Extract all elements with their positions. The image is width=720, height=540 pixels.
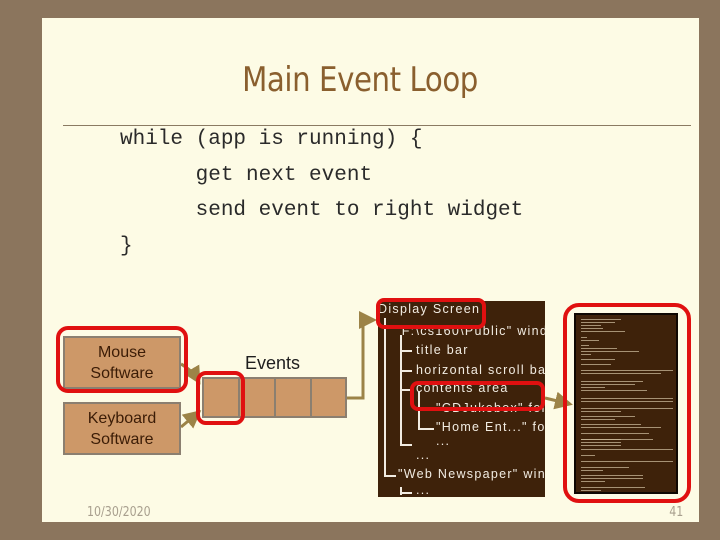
tree-node-ellipsis: ... bbox=[436, 434, 451, 448]
code-line-3: send event to right widget bbox=[120, 199, 524, 222]
tree-node-title-bar: title bar bbox=[416, 343, 469, 357]
tree-node-web-newspaper: "Web Newspaper" window bbox=[398, 467, 545, 481]
code-line-2: get next event bbox=[120, 163, 373, 187]
tree-node-ellipsis: ... bbox=[416, 483, 431, 497]
highlight-queue-head bbox=[196, 371, 245, 425]
slide-number: 41 bbox=[669, 505, 684, 520]
tree-line bbox=[400, 444, 412, 446]
slide-title: Main Event Loop bbox=[242, 60, 478, 100]
highlight-display-screen bbox=[376, 298, 486, 329]
events-queue-label: Events bbox=[245, 353, 301, 373]
code-line-1: while (app is running) { bbox=[120, 128, 423, 151]
keyboard-software-box: Keyboard Software bbox=[63, 402, 181, 455]
keyboard-label-line1: Keyboard bbox=[87, 409, 157, 427]
tree-node-hscroll: horizontal scroll bar bbox=[416, 363, 545, 377]
tree-line bbox=[400, 350, 412, 352]
tree-line bbox=[400, 492, 412, 494]
code-block: while (app is running) { get next event … bbox=[120, 122, 523, 264]
footer-date: 10/30/2020 bbox=[87, 505, 151, 520]
tree-line bbox=[384, 475, 396, 477]
queue-cell-4 bbox=[310, 377, 347, 418]
queue-cell-3 bbox=[274, 377, 312, 418]
tree-line bbox=[384, 318, 386, 476]
highlight-cdjukebox-folder bbox=[410, 381, 545, 411]
tree-node-ellipsis: ... bbox=[416, 448, 431, 462]
tree-line bbox=[418, 428, 434, 430]
code-line-4: } bbox=[120, 234, 133, 258]
keyboard-label-line2: Software bbox=[90, 430, 154, 448]
tree-node-home-ent: "Home Ent..." folder bbox=[436, 420, 545, 434]
highlight-screenshot bbox=[563, 303, 691, 503]
highlight-mouse-software bbox=[56, 326, 188, 393]
tree-line bbox=[400, 370, 412, 372]
